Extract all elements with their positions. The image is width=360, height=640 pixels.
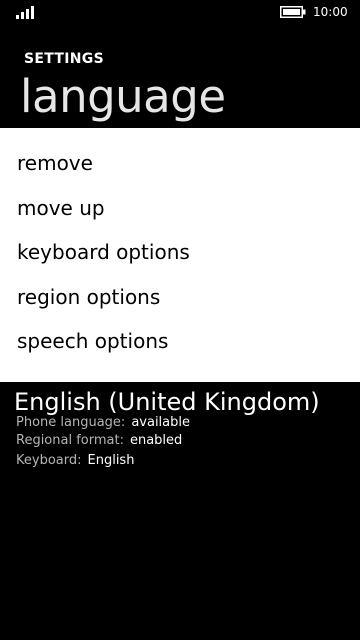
detail-value: enabled (129, 433, 183, 448)
signal-bars-icon (16, 6, 34, 19)
menu-item-region-options[interactable]: region options (17, 283, 160, 311)
menu-item-keyboard-options[interactable]: keyboard options (17, 238, 190, 266)
language-name[interactable]: English (United Kingdom) (14, 387, 320, 417)
detail-label: Phone language: (16, 415, 126, 430)
detail-row-regional-format: Regional format: enabled (16, 432, 182, 450)
clock: 10:00 (313, 5, 348, 19)
detail-label: Regional format: (16, 433, 124, 448)
page-title: language (20, 70, 226, 123)
menu-item-speech-options[interactable]: speech options (17, 327, 168, 355)
detail-label: Keyboard: (16, 453, 82, 468)
detail-value: English (87, 453, 135, 468)
battery-icon (280, 6, 306, 18)
menu-item-move-up[interactable]: move up (17, 194, 105, 222)
app-title: SETTINGS (24, 51, 104, 67)
menu-item-remove[interactable]: remove (17, 149, 93, 177)
status-bar: 10:00 (0, 0, 360, 24)
detail-row-keyboard: Keyboard: English (16, 452, 134, 470)
detail-row-phone-language: Phone language: available (16, 414, 190, 432)
detail-value: available (131, 415, 190, 430)
